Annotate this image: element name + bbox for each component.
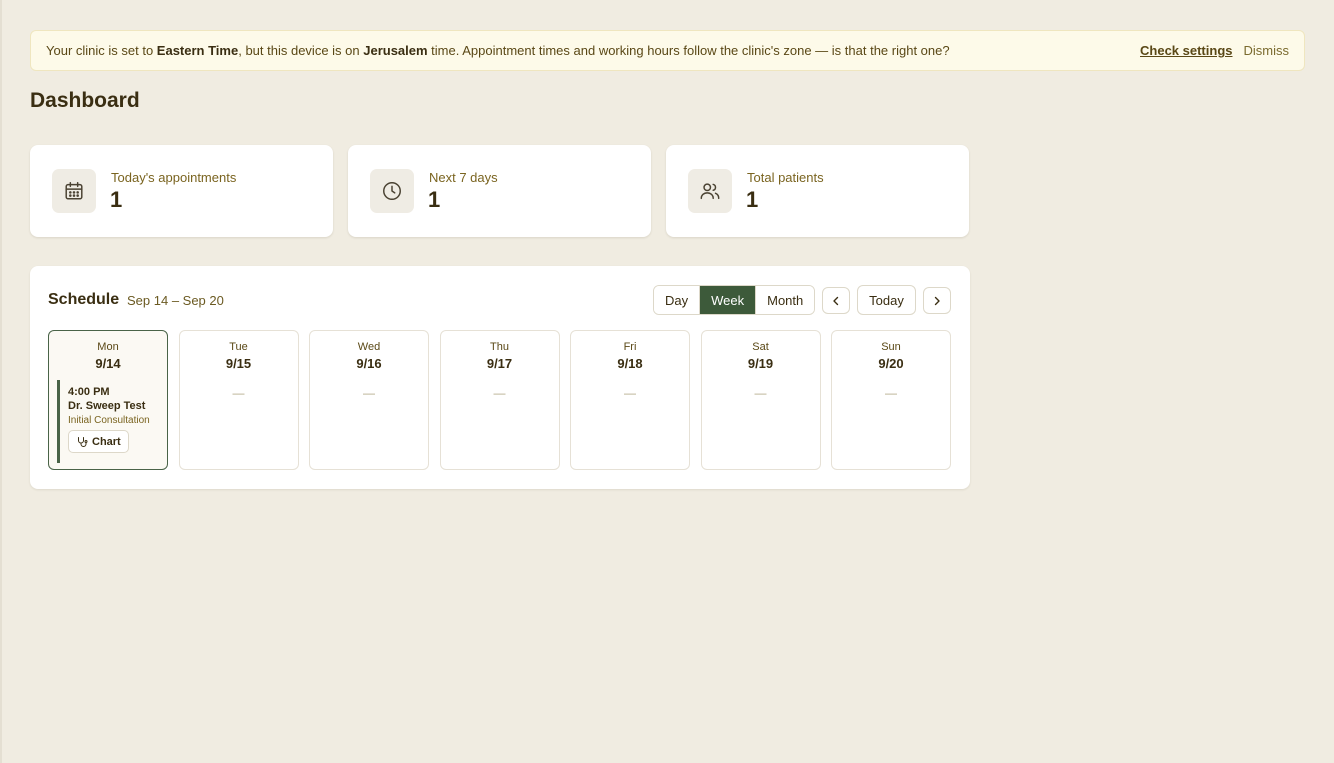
day-column-fri[interactable]: Fri 9/18 —: [570, 330, 690, 470]
banner-text-middle: , but this device is on: [238, 43, 364, 58]
chart-button[interactable]: Chart: [68, 430, 129, 453]
stat-card-total-patients: Total patients 1: [666, 145, 969, 237]
stat-label: Next 7 days: [429, 170, 498, 185]
appointment-card[interactable]: 4:00 PM Dr. Sweep Test Initial Consultat…: [57, 380, 160, 463]
banner-actions: Check settings Dismiss: [1140, 43, 1289, 58]
chevron-left-icon: [833, 296, 839, 305]
clinic-timezone: Eastern Time: [156, 43, 239, 58]
appointment-time: 4:00 PM: [68, 386, 110, 398]
check-settings-link[interactable]: Check settings: [1140, 43, 1232, 58]
schedule-panel: Schedule Sep 14 – Sep 20 Day Week Month …: [30, 266, 970, 489]
schedule-date-range: Sep 14 – Sep 20: [127, 293, 224, 308]
banner-message: Your clinic is set to Eastern Time, but …: [46, 43, 1140, 58]
day-name: Tue: [229, 341, 248, 353]
day-name: Mon: [97, 341, 119, 353]
view-switcher: Day Week Month: [653, 285, 816, 315]
day-date: 9/14: [95, 356, 121, 371]
empty-day-marker: —: [493, 386, 506, 400]
day-date: 9/16: [356, 356, 382, 371]
day-column-mon[interactable]: Mon 9/14 4:00 PM Dr. Sweep Test Initial …: [48, 330, 168, 470]
day-date: 9/18: [617, 356, 643, 371]
clock-icon: [370, 169, 414, 213]
banner-text-suffix: time. Appointment times and working hour…: [427, 43, 950, 58]
empty-day-marker: —: [624, 386, 636, 400]
previous-week-button[interactable]: [822, 287, 850, 314]
dismiss-link[interactable]: Dismiss: [1244, 43, 1290, 58]
day-date: 9/20: [878, 356, 904, 371]
appointment-provider: Dr. Sweep Test: [68, 400, 146, 412]
empty-day-marker: —: [363, 386, 375, 400]
day-column-sun[interactable]: Sun 9/20 —: [831, 330, 951, 470]
stethoscope-icon: [78, 436, 88, 447]
view-month-button[interactable]: Month: [755, 286, 815, 314]
empty-day-marker: —: [754, 386, 767, 400]
empty-day-marker: —: [232, 386, 245, 400]
empty-day-marker: —: [885, 386, 897, 400]
stat-card-today: Today's appointments 1: [30, 145, 333, 237]
day-date: 9/17: [486, 356, 513, 371]
sidebar-edge: [0, 0, 2, 763]
next-week-button[interactable]: [923, 287, 951, 314]
calendar-icon: [52, 169, 96, 213]
users-icon: [688, 169, 732, 213]
device-timezone: Jerusalem: [363, 43, 428, 58]
day-name: Sun: [881, 341, 901, 353]
week-grid: Mon 9/14 4:00 PM Dr. Sweep Test Initial …: [48, 330, 951, 470]
appointment-type: Initial Consultation: [68, 415, 150, 426]
view-day-button[interactable]: Day: [654, 286, 700, 314]
banner-text-prefix: Your clinic is set to: [46, 43, 157, 58]
day-column-tue[interactable]: Tue 9/15 —: [178, 330, 299, 470]
day-date: 9/19: [747, 356, 774, 371]
chevron-right-icon: [934, 296, 940, 305]
stat-value: 1: [110, 187, 123, 212]
day-name: Wed: [357, 341, 381, 353]
view-week-button[interactable]: Week: [699, 286, 756, 314]
stat-card-next-7-days: Next 7 days 1: [348, 145, 651, 237]
dashboard-page: Your clinic is set to Eastern Time, but …: [0, 0, 1334, 763]
day-column-sat[interactable]: Sat 9/19 —: [700, 330, 821, 470]
chart-button-label: Chart: [92, 435, 121, 448]
today-button[interactable]: Today: [857, 285, 916, 315]
stat-value: 1: [428, 187, 441, 212]
stat-value: 1: [746, 187, 759, 212]
day-date: 9/15: [225, 356, 252, 371]
day-name: Fri: [623, 341, 637, 353]
timezone-banner: Your clinic is set to Eastern Time, but …: [30, 30, 1305, 71]
page-title: Dashboard: [30, 89, 140, 112]
stat-label: Total patients: [747, 170, 824, 185]
day-column-wed[interactable]: Wed 9/16 —: [309, 330, 429, 470]
stat-label: Today's appointments: [111, 170, 237, 185]
day-column-thu[interactable]: Thu 9/17 —: [439, 330, 560, 470]
schedule-title: Schedule: [48, 291, 120, 308]
day-name: Thu: [490, 341, 509, 353]
day-name: Sat: [752, 341, 769, 353]
